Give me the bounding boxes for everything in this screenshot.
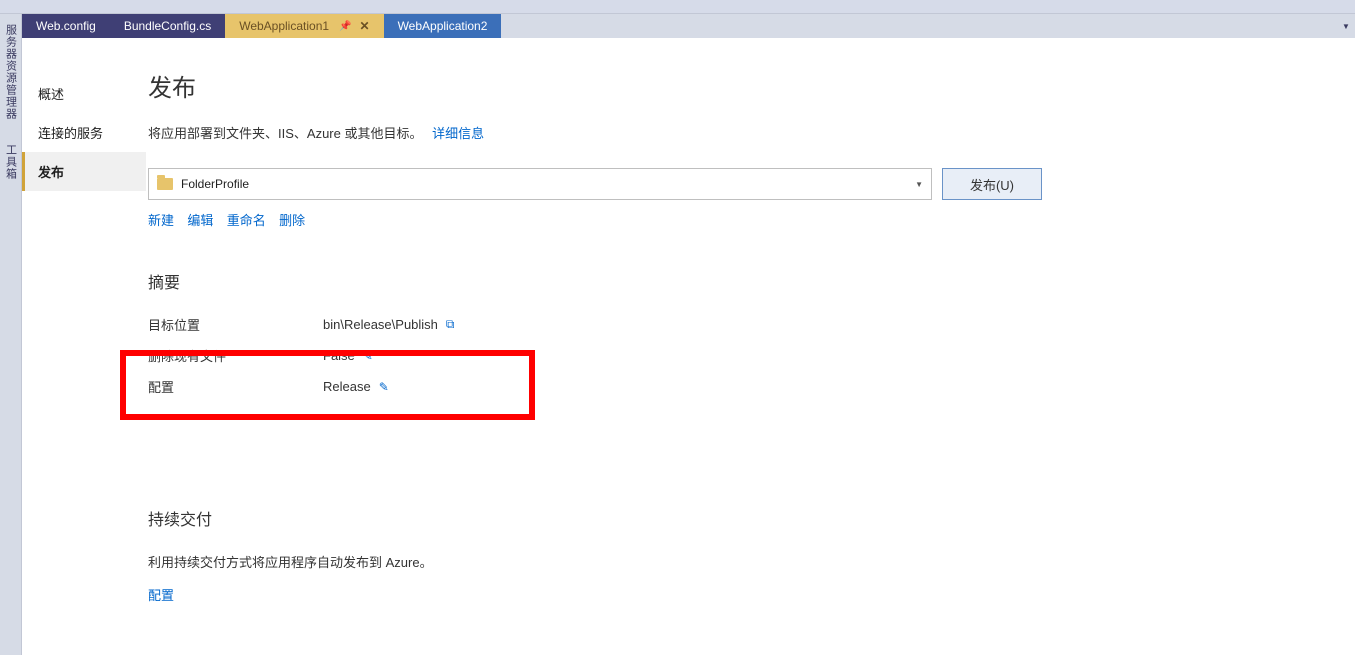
cd-heading: 持续交付	[148, 506, 1325, 530]
publish-button[interactable]: 发布(U)	[942, 168, 1042, 200]
tab-webapplication2[interactable]: WebApplication2	[384, 14, 502, 38]
sidebar-item-connected-services[interactable]: 连接的服务	[22, 113, 146, 152]
tab-bundleconfig[interactable]: BundleConfig.cs	[110, 14, 225, 38]
profile-dropdown[interactable]: FolderProfile ▼	[148, 168, 932, 200]
summary-value-delete-existing: False ✎	[323, 346, 568, 365]
profile-row: FolderProfile ▼ 发布(U)	[148, 168, 1325, 200]
tab-overflow-button[interactable]: ▼	[1337, 14, 1355, 38]
profile-action-edit[interactable]: 编辑	[187, 213, 213, 228]
target-location-value: bin\Release\Publish	[323, 317, 438, 332]
tab-strip-spacer	[501, 14, 1337, 38]
vertical-tab-server-explorer[interactable]: 服务器资源管理器	[3, 20, 19, 124]
tab-web-config[interactable]: Web.config	[22, 14, 110, 38]
page-subtitle: 将应用部署到文件夹、IIS、Azure 或其他目标。 详细信息	[148, 123, 1325, 142]
cd-configure-link[interactable]: 配置	[148, 588, 174, 603]
publish-page: 概述 连接的服务 发布 发布 将应用部署到文件夹、IIS、Azure 或其他目标…	[22, 38, 1355, 655]
publish-main: 发布 将应用部署到文件夹、IIS、Azure 或其他目标。 详细信息 Folde…	[146, 38, 1355, 655]
copy-icon[interactable]: ⧉	[446, 317, 455, 332]
profile-selected-name: FolderProfile	[181, 177, 249, 191]
left-tool-rail: 服务器资源管理器 工具箱	[0, 14, 22, 655]
folder-icon	[157, 178, 173, 190]
vertical-tab-toolbox[interactable]: 工具箱	[3, 140, 19, 184]
config-value: Release	[323, 379, 371, 394]
summary-value-config: Release ✎	[323, 377, 568, 396]
summary-label-config: 配置	[148, 377, 323, 396]
pencil-icon[interactable]: ✎	[363, 349, 373, 363]
tab-label: WebApplication1	[239, 19, 329, 33]
sidebar-item-overview[interactable]: 概述	[22, 74, 146, 113]
summary-label-target: 目标位置	[148, 315, 323, 334]
summary-grid: 目标位置 bin\Release\Publish ⧉ 删除现有文件 False …	[148, 315, 568, 396]
cd-description: 利用持续交付方式将应用程序自动发布到 Azure。	[148, 552, 1325, 571]
titlebar-placeholder	[0, 0, 1355, 14]
summary-label-delete-existing: 删除现有文件	[148, 346, 323, 365]
profile-action-new[interactable]: 新建	[148, 213, 174, 228]
profile-actions: 新建 编辑 重命名 删除	[148, 210, 1325, 229]
profile-action-rename[interactable]: 重命名	[227, 213, 266, 228]
chevron-down-icon: ▼	[915, 180, 923, 189]
tab-label: WebApplication2	[398, 19, 488, 33]
page-title: 发布	[148, 68, 1325, 103]
delete-existing-value: False	[323, 348, 355, 363]
summary-heading: 摘要	[148, 269, 1325, 293]
pencil-icon[interactable]: ✎	[379, 380, 389, 394]
profile-action-delete[interactable]: 删除	[279, 213, 305, 228]
tab-webapplication1[interactable]: WebApplication1 📌 ✕	[225, 14, 383, 38]
subtitle-text: 将应用部署到文件夹、IIS、Azure 或其他目标。	[148, 126, 422, 141]
details-link[interactable]: 详细信息	[432, 126, 484, 141]
summary-value-target: bin\Release\Publish ⧉	[323, 315, 568, 334]
document-tab-strip: Web.config BundleConfig.cs WebApplicatio…	[22, 14, 1355, 38]
pin-icon[interactable]: 📌	[339, 21, 351, 32]
close-icon[interactable]: ✕	[360, 19, 370, 33]
publish-sidebar: 概述 连接的服务 发布	[22, 38, 146, 655]
tab-label: BundleConfig.cs	[124, 19, 211, 33]
sidebar-item-publish[interactable]: 发布	[22, 152, 146, 191]
tab-label: Web.config	[36, 19, 96, 33]
